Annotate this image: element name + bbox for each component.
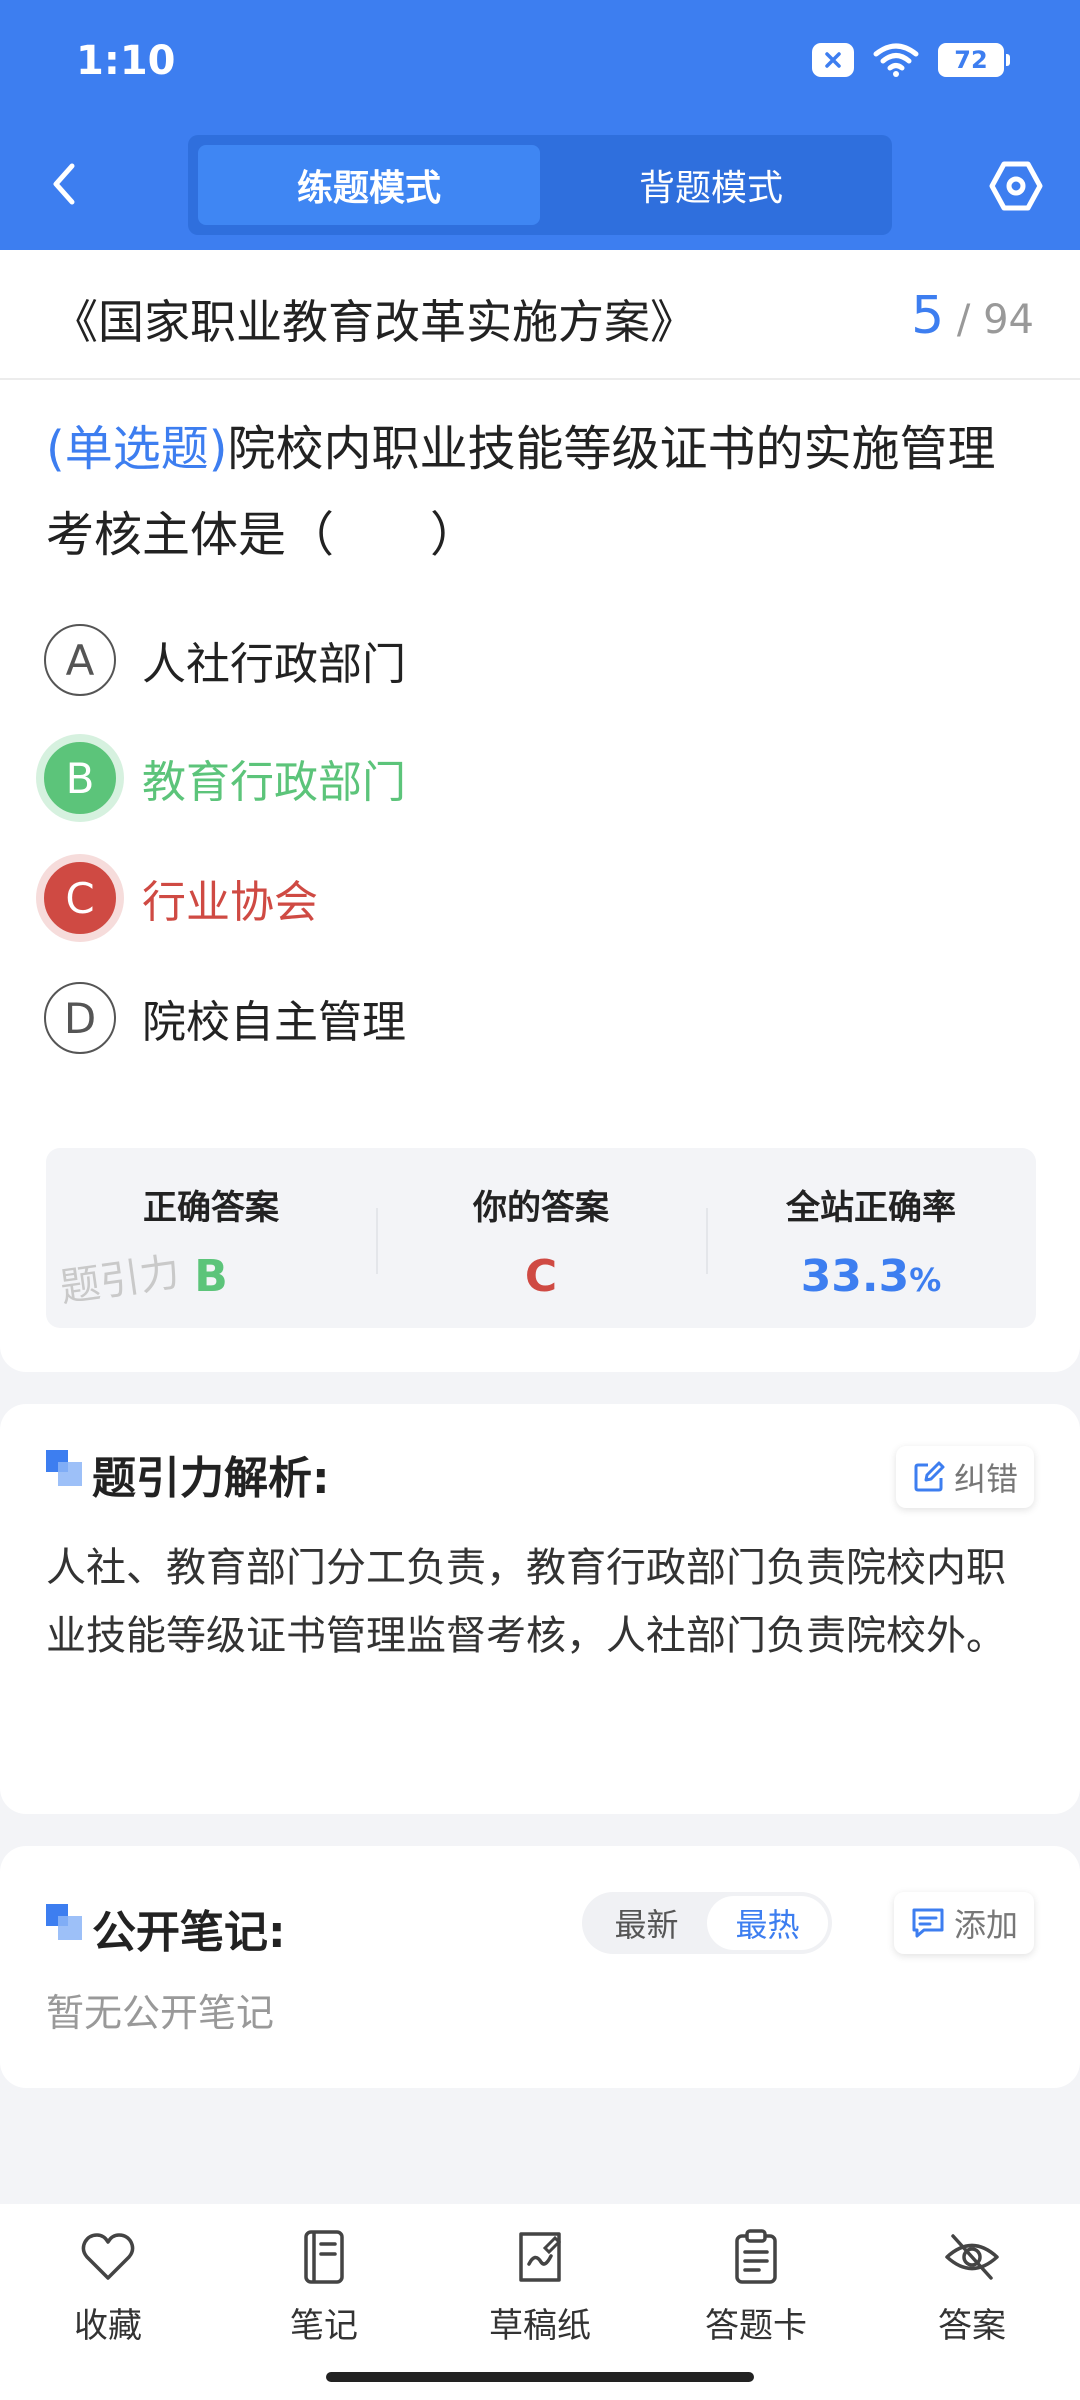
correct-answer-column: 正确答案 B 题引力 bbox=[46, 1148, 376, 1328]
total-questions: / 94 bbox=[956, 297, 1034, 343]
option-letter: C bbox=[44, 862, 116, 934]
favorite-label: 收藏 bbox=[74, 2306, 142, 2346]
show-answer-button[interactable]: 答案 bbox=[864, 2204, 1080, 2400]
answer-summary-panel: 正确答案 B 题引力 你的答案 C 全站正确率 33.3% bbox=[46, 1148, 1036, 1328]
option-letter: A bbox=[44, 624, 116, 696]
public-notes-card: 公开笔记: 最新 最热 添加 暂无公开笔记 bbox=[0, 1846, 1080, 2088]
home-indicator[interactable] bbox=[326, 2372, 754, 2382]
your-answer-value: C bbox=[524, 1251, 558, 1302]
accuracy-rate-label: 全站正确率 bbox=[786, 1188, 956, 1228]
analysis-title: 题引力解析: bbox=[92, 1453, 330, 1504]
draft-paper-label: 草稿纸 bbox=[489, 2306, 591, 2346]
answer-card-label: 答题卡 bbox=[705, 2306, 807, 2346]
eye-off-icon bbox=[945, 2234, 999, 2280]
notes-button[interactable]: 笔记 bbox=[216, 2204, 432, 2400]
wifi-icon bbox=[873, 43, 919, 77]
question-text: (单选题)院校内职业技能等级证书的实施管理考核主体是（ ） bbox=[46, 406, 1036, 578]
correct-answer-label: 正确答案 bbox=[143, 1188, 279, 1228]
back-button[interactable] bbox=[40, 156, 90, 212]
heart-icon bbox=[81, 2233, 135, 2280]
comment-icon bbox=[912, 1908, 944, 1938]
sort-hottest[interactable]: 最热 bbox=[707, 1896, 828, 1950]
document-title-bar: 《国家职业教育改革实施方案》 5 / 94 bbox=[0, 250, 1080, 380]
settings-hexagon-icon bbox=[989, 161, 1043, 211]
accuracy-rate-column: 全站正确率 33.3% bbox=[706, 1148, 1036, 1328]
mode-switch: 练题模式 背题模式 bbox=[188, 135, 892, 235]
option-letter: D bbox=[44, 982, 116, 1054]
option-letter: B bbox=[44, 742, 116, 814]
option-d[interactable]: D 院校自主管理 bbox=[44, 978, 406, 1058]
show-answer-label: 答案 bbox=[938, 2306, 1006, 2346]
report-error-button[interactable]: 纠错 bbox=[895, 1446, 1034, 1508]
option-text: 行业协会 bbox=[142, 877, 318, 928]
section-marker-icon bbox=[46, 1450, 82, 1486]
edit-icon bbox=[914, 1461, 945, 1492]
option-text: 院校自主管理 bbox=[142, 997, 406, 1048]
sort-latest[interactable]: 最新 bbox=[586, 1896, 707, 1950]
bottom-toolbar: 收藏 笔记 草稿纸 答题卡 答案 bbox=[0, 2204, 1080, 2400]
tab-memorize-mode[interactable]: 背题模式 bbox=[540, 145, 882, 225]
app-header: 1:10 72 练题模式 背题模式 bbox=[0, 0, 1080, 250]
question-type: (单选题) bbox=[46, 421, 228, 477]
analysis-card: 题引力解析: 纠错 人社、教育部门分工负责，教育行政部门负责院校内职业技能等级证… bbox=[0, 1404, 1080, 1814]
tab-practice-mode[interactable]: 练题模式 bbox=[198, 145, 540, 225]
favorite-button[interactable]: 收藏 bbox=[0, 2204, 216, 2400]
option-text: 教育行政部门 bbox=[142, 757, 406, 808]
add-note-button[interactable]: 添加 bbox=[893, 1892, 1034, 1954]
status-icons: 72 bbox=[812, 42, 1010, 78]
answer-card-button[interactable]: 答题卡 bbox=[648, 2204, 864, 2400]
notes-label: 笔记 bbox=[290, 2306, 358, 2346]
report-error-label: 纠错 bbox=[953, 1460, 1018, 1498]
section-marker-icon bbox=[46, 1904, 82, 1940]
analysis-text: 人社、教育部门分工负责，教育行政部门负责院校内职业技能等级证书管理监督考核，人社… bbox=[46, 1545, 1006, 1659]
answer-card-icon bbox=[735, 2229, 777, 2284]
accuracy-rate-number: 33.3 bbox=[800, 1251, 910, 1302]
draft-paper-button[interactable]: 草稿纸 bbox=[432, 2204, 648, 2400]
notes-sort-toggle: 最新 最热 bbox=[582, 1892, 832, 1954]
accuracy-rate-value: 33.3% bbox=[706, 1251, 1036, 1302]
add-note-label: 添加 bbox=[953, 1906, 1018, 1944]
your-answer-label: 你的答案 bbox=[473, 1188, 609, 1228]
chevron-left-icon bbox=[53, 163, 75, 205]
question-card: (单选题)院校内职业技能等级证书的实施管理考核主体是（ ） A 人社行政部门 B… bbox=[0, 380, 1080, 1372]
notes-title: 公开笔记: bbox=[92, 1907, 286, 1958]
draft-paper-icon bbox=[519, 2232, 562, 2282]
option-a[interactable]: A 人社行政部门 bbox=[44, 620, 406, 700]
accuracy-rate-unit: % bbox=[909, 1261, 942, 1299]
status-time: 1:10 bbox=[76, 38, 176, 84]
settings-button[interactable] bbox=[988, 158, 1044, 214]
option-text: 人社行政部门 bbox=[142, 639, 406, 690]
notebook-icon bbox=[304, 2230, 344, 2284]
option-b[interactable]: B 教育行政部门 bbox=[44, 738, 406, 818]
option-c[interactable]: C 行业协会 bbox=[44, 858, 318, 938]
no-sim-icon bbox=[812, 43, 854, 77]
your-answer-column: 你的答案 C bbox=[376, 1148, 706, 1328]
current-question-number: 5 bbox=[911, 286, 945, 346]
battery-icon: 72 bbox=[938, 43, 1010, 77]
document-title: 《国家职业教育改革实施方案》 bbox=[52, 295, 696, 349]
notes-empty-text: 暂无公开笔记 bbox=[46, 1991, 275, 2035]
battery-level: 72 bbox=[954, 46, 988, 74]
question-progress[interactable]: 5 / 94 bbox=[911, 286, 1034, 346]
